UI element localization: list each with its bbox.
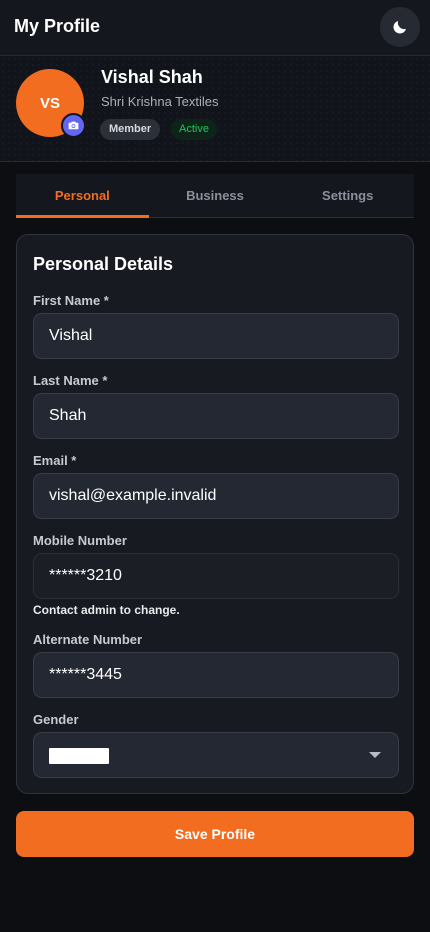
gender-selected-value [49, 748, 109, 764]
last-name-field[interactable] [33, 393, 399, 439]
mobile-number-label: Mobile Number [33, 533, 127, 548]
last-name-label: Last Name * [33, 373, 108, 388]
profile-name: Vishal Shah [101, 67, 203, 87]
page-title: My Profile [14, 16, 101, 36]
first-name-field[interactable] [33, 313, 399, 359]
card-title: Personal Details [33, 254, 174, 274]
gender-label: Gender [33, 712, 79, 727]
profile-company: Shri Krishna Textiles [101, 94, 219, 109]
status-badge: Active [171, 119, 217, 140]
theme-toggle-button[interactable] [380, 7, 420, 47]
first-name-label: First Name * [33, 293, 109, 308]
gender-select[interactable] [33, 732, 399, 778]
moon-icon [393, 21, 406, 34]
profile-tabs: Personal Business Settings [16, 174, 414, 218]
tab-settings[interactable]: Settings [281, 174, 414, 217]
mobile-hint: Contact admin to change. [33, 603, 180, 617]
email-field[interactable] [33, 473, 399, 519]
change-photo-button[interactable] [61, 113, 86, 138]
alternate-number-field[interactable] [33, 652, 399, 698]
app-header: My Profile [0, 0, 430, 56]
camera-icon [68, 121, 79, 130]
tab-business[interactable]: Business [149, 174, 282, 217]
chevron-down-icon [369, 752, 381, 758]
email-label: Email * [33, 453, 77, 468]
personal-details-card: Personal Details First Name * Last Name … [16, 234, 414, 794]
role-badge: Member [100, 119, 161, 140]
alternate-number-label: Alternate Number [33, 632, 143, 647]
profile-summary: VS Vishal Shah Shri Krishna Textiles Mem… [0, 56, 430, 162]
avatar-initials: VS [39, 94, 60, 112]
save-profile-button[interactable]: Save Profile [16, 811, 414, 857]
tab-personal[interactable]: Personal [16, 174, 149, 218]
mobile-number-field [33, 553, 399, 599]
